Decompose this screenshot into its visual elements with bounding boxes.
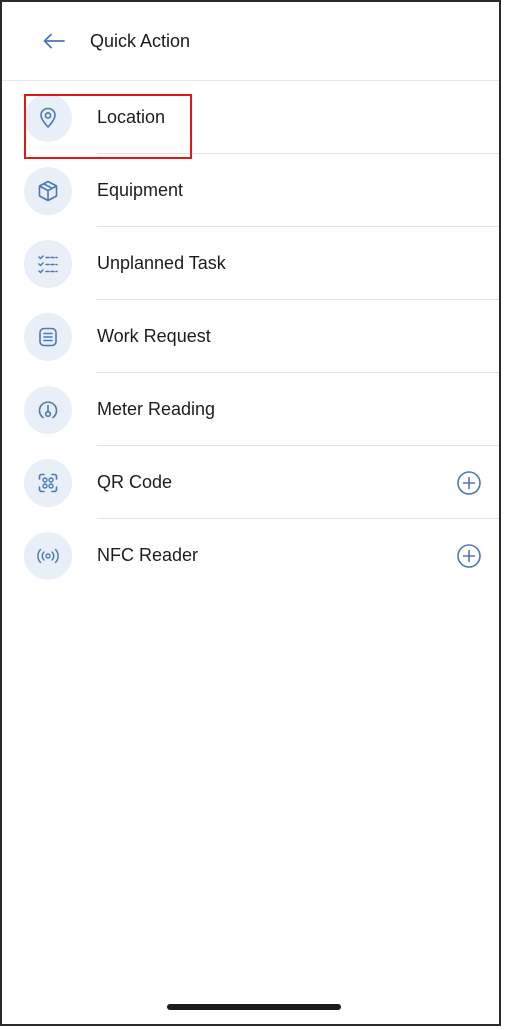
quick-action-screen: Quick Action Location Equipment Unplanne… xyxy=(0,0,501,1026)
list-item-equipment[interactable]: Equipment xyxy=(2,154,499,227)
back-button[interactable] xyxy=(34,21,74,61)
qr-code-icon-badge xyxy=(24,458,72,507)
add-nfc-reader-button[interactable] xyxy=(449,536,489,576)
equipment-icon-badge xyxy=(24,166,72,215)
location-icon-badge xyxy=(24,93,72,142)
list-item-qr-code[interactable]: QR Code xyxy=(2,446,499,519)
list-item-label: Location xyxy=(97,107,166,127)
list-item-label: QR Code xyxy=(97,472,173,492)
unplanned-task-icon-badge xyxy=(24,239,72,288)
list-item-label: Unplanned Task xyxy=(97,253,226,273)
work-request-icon-badge xyxy=(24,312,72,361)
nfc-icon xyxy=(37,548,59,563)
gauge-icon xyxy=(38,400,58,418)
list-item-label: Work Request xyxy=(97,326,211,346)
list-item-location[interactable]: Location xyxy=(2,81,499,154)
quick-action-list: Location Equipment Unplanned Task Work R… xyxy=(2,81,499,592)
nfc-reader-icon-badge xyxy=(24,531,72,580)
list-item-unplanned-task[interactable]: Unplanned Task xyxy=(2,227,499,300)
qr-scan-icon xyxy=(38,473,58,492)
meter-reading-icon-badge xyxy=(24,385,72,434)
location-pin-icon xyxy=(40,107,56,128)
list-item-label: NFC Reader xyxy=(97,545,199,565)
list-item-label: Equipment xyxy=(97,180,184,200)
plus-circle-icon xyxy=(457,543,481,568)
checklist-icon xyxy=(38,254,58,273)
plus-circle-icon xyxy=(457,470,481,495)
cube-icon xyxy=(38,180,58,201)
list-item-label: Meter Reading xyxy=(97,399,216,419)
list-item-work-request[interactable]: Work Request xyxy=(2,300,499,373)
home-indicator[interactable] xyxy=(167,1004,341,1010)
page-title: Quick Action xyxy=(90,30,191,51)
arrow-left-icon xyxy=(43,33,65,49)
list-document-icon xyxy=(39,327,57,346)
header: Quick Action xyxy=(2,2,499,81)
add-qr-code-button[interactable] xyxy=(449,463,489,503)
list-item-meter-reading[interactable]: Meter Reading xyxy=(2,373,499,446)
list-item-nfc-reader[interactable]: NFC Reader xyxy=(2,519,499,592)
